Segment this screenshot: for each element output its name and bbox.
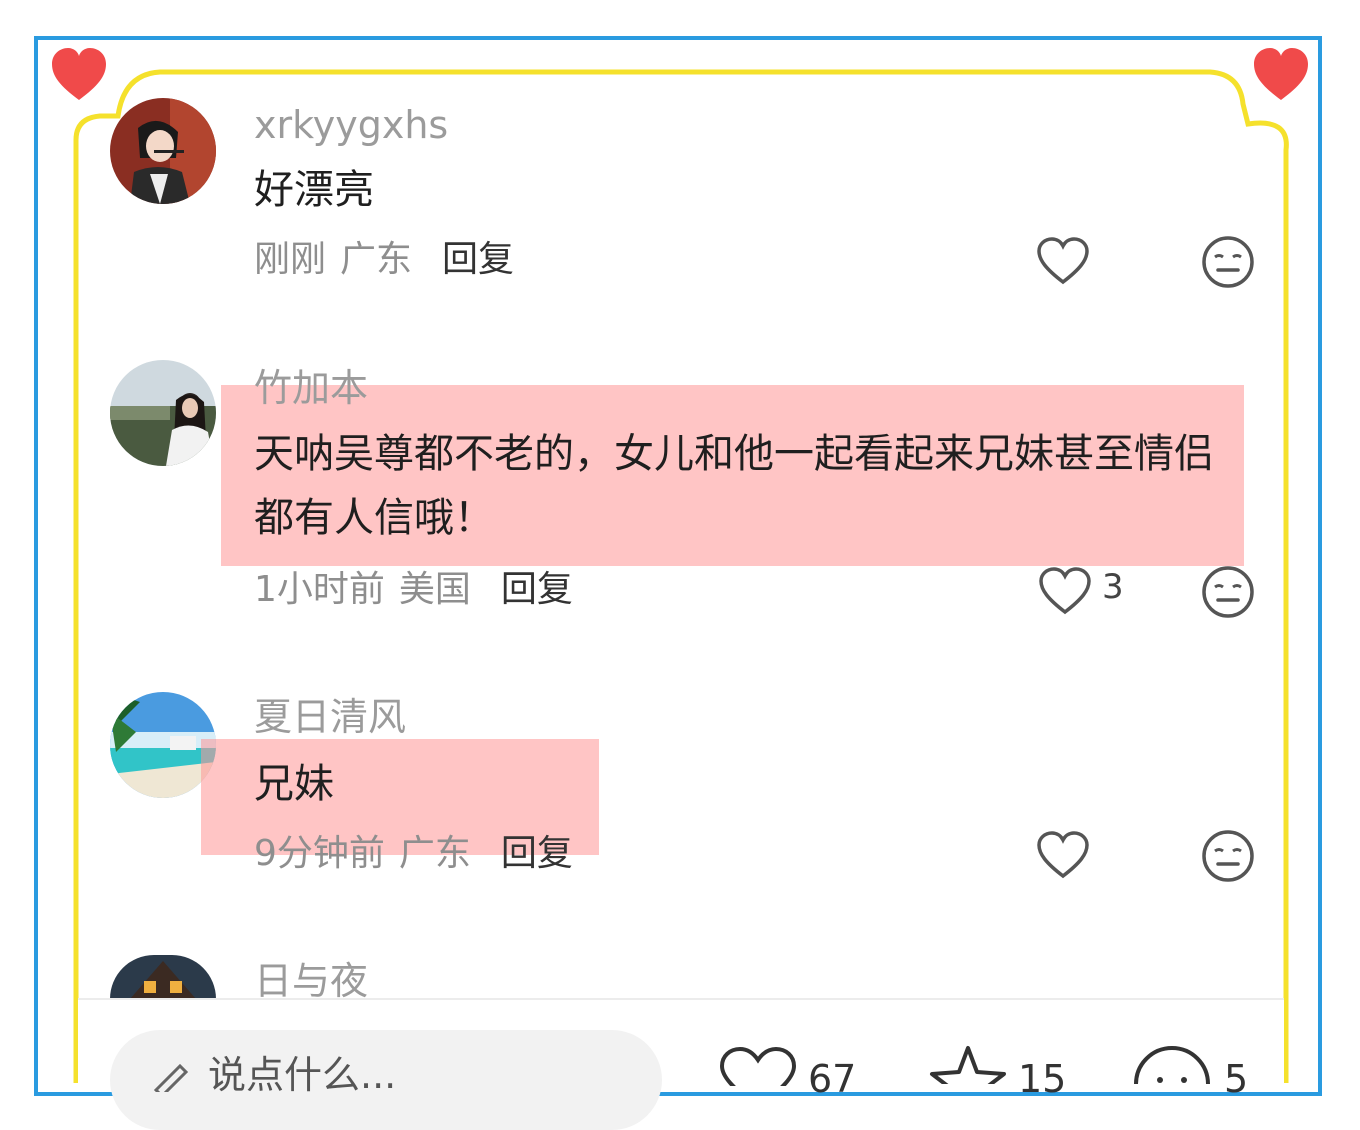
star-count: 15	[1018, 1057, 1067, 1101]
heart-decoration-left	[52, 48, 106, 100]
comment-text: 好漂亮	[254, 167, 374, 213]
emoji-icon[interactable]	[1201, 829, 1255, 883]
heart-icon[interactable]	[1036, 830, 1090, 880]
reply-button[interactable]: 回复	[442, 239, 514, 280]
like-count: 3	[1102, 567, 1124, 607]
comment-meta: 9分钟前 广东 回复	[254, 836, 573, 872]
star-icon[interactable]	[928, 1044, 1008, 1084]
comment-location: 广东	[340, 239, 413, 280]
comment-username[interactable]: 日与夜	[254, 962, 368, 1000]
comment-count: 5	[1224, 1057, 1249, 1101]
comment-text: 天呐吴尊都不老的，女儿和他一起看起来兄妹甚至情侣都有人信哦！	[254, 431, 1214, 541]
heart-icon[interactable]	[1038, 566, 1092, 616]
comment-icon[interactable]	[1132, 1044, 1212, 1084]
comment-username[interactable]: 竹加本	[254, 369, 368, 407]
comment-text: 兄妹	[254, 761, 334, 807]
heart-icon[interactable]	[1036, 236, 1090, 286]
reply-button[interactable]: 回复	[501, 833, 573, 874]
heart-icon[interactable]	[718, 1046, 798, 1086]
comment-username[interactable]: 夏日清风	[254, 698, 406, 736]
comment-username[interactable]: xrkyygxhs	[254, 106, 448, 144]
comment-time: 1小时前	[254, 569, 385, 610]
comment-meta: 1小时前 美国 回复	[254, 572, 573, 608]
heart-decoration-right	[1254, 48, 1308, 100]
avatar[interactable]	[110, 98, 216, 204]
comment-time: 9分钟前	[254, 833, 385, 874]
comment-location: 美国	[398, 569, 471, 610]
avatar[interactable]	[110, 360, 216, 466]
pencil-icon	[153, 1063, 189, 1092]
divider	[78, 998, 1284, 1000]
comment-time: 刚刚	[254, 239, 327, 280]
emoji-icon[interactable]	[1201, 235, 1255, 289]
reply-button[interactable]: 回复	[501, 569, 573, 610]
comment-input-placeholder[interactable]: 说点什么...	[208, 1056, 396, 1094]
emoji-icon[interactable]	[1201, 565, 1255, 619]
comment-meta: 刚刚 广东 回复	[254, 242, 514, 278]
like-count: 67	[808, 1057, 857, 1101]
comment-location: 广东	[398, 833, 471, 874]
